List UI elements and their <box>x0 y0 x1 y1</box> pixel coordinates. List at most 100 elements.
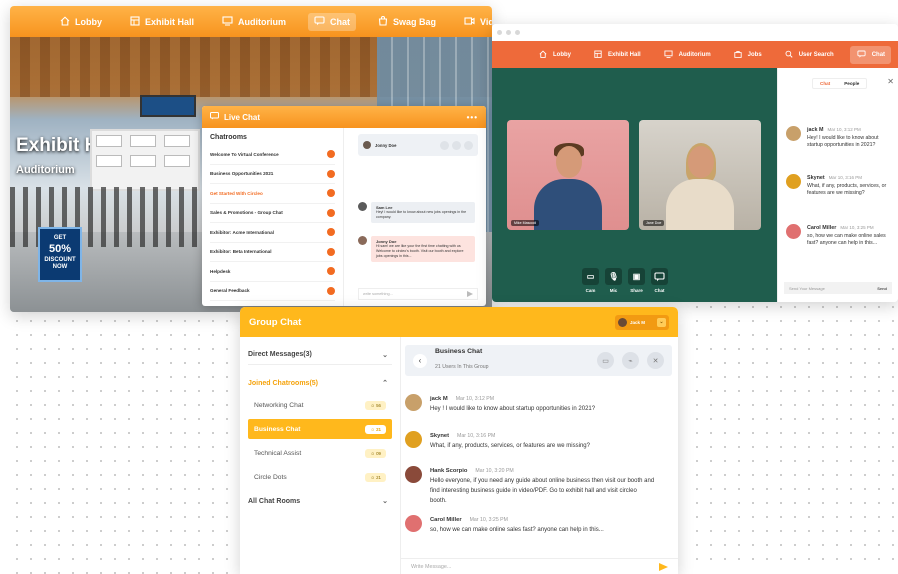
chevron-up-icon[interactable]: ⌃ <box>382 379 388 387</box>
message-time: Mar 10, 3:25 PM <box>469 517 508 523</box>
discount-banner[interactable]: GET 50% DISCOUNT NOW <box>38 227 82 282</box>
control-label: Cam <box>585 288 596 293</box>
chat-control[interactable]: Chat <box>651 268 668 293</box>
control-label: Share <box>630 288 643 293</box>
camera-icon[interactable]: ▭ <box>582 268 599 285</box>
back-arrow-icon[interactable]: ‹ <box>413 353 427 368</box>
chevron-down-icon[interactable]: ⌄ <box>382 351 388 359</box>
exhibit-booth[interactable] <box>90 129 200 191</box>
nav-item-chat[interactable]: Chat <box>308 12 357 31</box>
more-options-icon[interactable]: ••• <box>467 113 478 122</box>
chatroom-label: Helpdesk <box>210 268 231 274</box>
chevron-down-icon[interactable]: ⌄ <box>382 497 388 505</box>
avatar <box>405 394 422 411</box>
nav-item-lobby[interactable]: Lobby <box>532 46 577 64</box>
nav-item-jobs[interactable]: Jobs <box>727 46 768 64</box>
chatroom-item[interactable]: Sales & Promotions - Group Chat <box>210 204 335 223</box>
direct-messages-section[interactable]: Direct Messages(3) ⌄ <box>248 345 392 365</box>
chat-message: Skynet Mar 10, 3:16 PM What, if any, produ… <box>786 174 894 198</box>
chatroom-item[interactable]: Networking Chat ☺ 56 <box>248 395 392 415</box>
avatar <box>786 126 801 141</box>
chatroom-item[interactable]: Business Chat ☺ 21 <box>248 419 392 439</box>
sidebar-tabs: Chat People <box>812 78 868 89</box>
chatroom-item[interactable]: General Feedback <box>210 282 335 301</box>
group-chat-title: Group Chat <box>249 316 302 328</box>
banner-line2: DISCOUNT NOW <box>44 257 76 270</box>
attach-icon[interactable]: ⌁ <box>622 352 639 369</box>
nav-item-exhibit-hall[interactable]: Exhibit Hall <box>587 46 647 64</box>
nav-label: Swag Bag <box>393 16 437 27</box>
nav-item-chat[interactable]: Chat <box>849 45 892 64</box>
write-message-input[interactable]: write something... <box>358 288 478 300</box>
write-message-input[interactable]: Write Message... <box>401 558 678 574</box>
chatroom-label: Circle Dots <box>254 473 287 481</box>
attach-icon[interactable] <box>452 140 461 150</box>
share-control[interactable]: ▣ Share <box>628 268 645 293</box>
close-icon[interactable]: ✕ <box>887 77 894 86</box>
cam-control[interactable]: ▭ Cam <box>582 268 599 293</box>
unread-badge <box>327 150 335 159</box>
nav-item-lobby[interactable]: Lobby <box>54 13 108 31</box>
window-dot <box>497 30 502 35</box>
nav-label: Exhibit Hall <box>608 51 641 58</box>
chatroom-item[interactable]: Exhibitor: Beta International <box>210 243 335 262</box>
chatroom-item[interactable]: Exhibitor: Acme International <box>210 223 335 243</box>
window-chrome <box>492 24 898 41</box>
control-label: Chat <box>654 288 665 293</box>
tab-people[interactable]: People <box>837 79 866 88</box>
nav-item-swag-bag[interactable]: Swag Bag <box>372 13 442 31</box>
monitor-icon <box>664 50 673 60</box>
nav-label: Chat <box>330 16 351 27</box>
chatroom-item[interactable]: Welcome To Virtual Conference <box>210 145 335 165</box>
nav-item-user-search[interactable]: User Search <box>778 46 840 64</box>
video-icon[interactable]: ▭ <box>597 352 614 369</box>
chatroom-item[interactable]: Technical Assist ☺ 09 <box>248 443 392 463</box>
user-name: Jack M <box>630 319 646 325</box>
nav-item-exhibit-hall[interactable]: Exhibit Hall <box>124 13 200 31</box>
chat-icon[interactable] <box>651 268 668 285</box>
mic-icon[interactable]: 🎙 <box>605 268 622 285</box>
message-author: Skynet <box>807 175 825 181</box>
joined-chatrooms-label: Joined Chatrooms(5) <box>248 379 319 387</box>
nav-item-auditorium[interactable]: Auditorium <box>657 46 717 64</box>
decorative-dots <box>10 300 250 574</box>
grid-icon <box>594 50 602 60</box>
thread-subtitle: 21 Users In This Group <box>435 364 489 370</box>
screen-share-icon[interactable]: ▣ <box>628 268 645 285</box>
auditorium-sign[interactable]: Auditorium <box>16 164 75 176</box>
nav-label: Exhibit Hall <box>145 16 195 27</box>
chat-message: jack M Mar 10, 3:12 PM Hey! I would like t… <box>786 126 894 150</box>
chatroom-label: Business Chat <box>254 425 301 433</box>
close-icon[interactable] <box>464 140 473 150</box>
video-icon[interactable] <box>440 140 449 150</box>
send-message-input[interactable]: Send Your Message Send <box>784 282 892 294</box>
nav-item-auditorium[interactable]: Auditorium <box>216 13 292 31</box>
all-chat-rooms-label: All Chat Rooms <box>248 497 301 505</box>
message-text: so, how we can make online sales fast? a… <box>807 232 886 247</box>
chevron-down-icon[interactable]: ⌄ <box>657 317 666 327</box>
window-dot <box>506 30 511 35</box>
send-button[interactable]: Send <box>877 286 887 291</box>
home-icon <box>60 15 70 28</box>
chatrooms-heading: Chatrooms <box>210 134 247 141</box>
chatroom-item[interactable]: Business Opportunities 2021 <box>210 165 335 184</box>
participant-video[interactable]: Jane Doe <box>639 120 761 230</box>
banner-line1: GET <box>53 235 67 241</box>
participant-video[interactable]: Mike Masoodi <box>507 120 629 230</box>
nav-item-video-vault[interactable]: Video Vault <box>458 13 492 31</box>
video-icon <box>464 16 475 28</box>
chatroom-item[interactable]: Get Started With Circleo <box>210 184 335 204</box>
chatroom-label: General Feedback <box>210 288 250 294</box>
chatroom-item[interactable]: Circle Dots ☺ 21 <box>248 467 392 487</box>
tab-chat[interactable]: Chat <box>813 79 837 88</box>
joined-chatrooms-section[interactable]: Joined Chatrooms(5) ⌃ <box>248 373 392 393</box>
user-menu[interactable]: Jack M ⌄ <box>615 314 669 330</box>
message-time: Mar 10, 3:20 PM <box>475 468 514 474</box>
chatroom-item[interactable]: Helpdesk <box>210 262 335 282</box>
mic-control[interactable]: 🎙 Mic <box>605 268 622 293</box>
all-chat-rooms-section[interactable]: All Chat Rooms ⌄ <box>248 491 392 511</box>
chat-icon <box>314 15 325 28</box>
main-nav: Lobby Exhibit Hall Auditorium Chat Swag Bag V… <box>10 6 492 37</box>
close-icon[interactable]: ✕ <box>647 352 664 369</box>
send-icon[interactable] <box>659 562 668 571</box>
